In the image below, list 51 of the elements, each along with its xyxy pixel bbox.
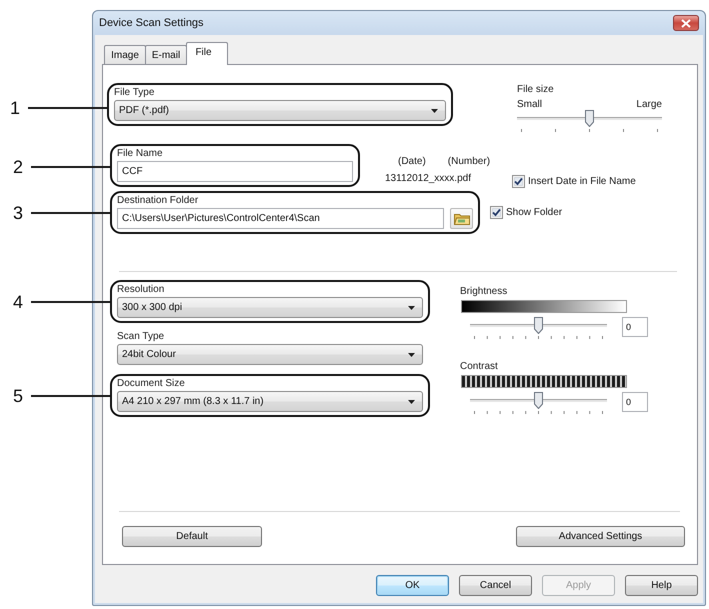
field-label: File Type (114, 87, 156, 98)
checkbox-label: Show Folder (506, 206, 562, 220)
brightness-value-field[interactable]: 0 (622, 317, 648, 337)
document-size-dropdown[interactable]: A4 210 x 297 mm (8.3 x 11.7 in) (117, 391, 423, 412)
field-label: Scan Type (117, 331, 166, 342)
resolution-dropdown[interactable]: 300 x 300 dpi (117, 297, 423, 318)
slider-thumb[interactable] (534, 392, 543, 409)
window-title: Device Scan Settings (99, 16, 204, 31)
field-label: File size (517, 84, 555, 95)
button[interactable]: Help (625, 575, 698, 596)
tab[interactable]: Image (104, 45, 146, 64)
callout-number: 4 (13, 292, 24, 312)
callout-number: 3 (13, 202, 24, 222)
caret-icon (408, 352, 415, 356)
button[interactable]: Cancel (459, 575, 532, 596)
checkbox[interactable] (490, 206, 503, 219)
field-label: File Name (117, 148, 164, 159)
slider-thumb[interactable] (534, 317, 543, 334)
tab[interactable]: File (186, 42, 228, 65)
checkbox-label: Insert Date in File Name (528, 175, 636, 189)
slider-thumb[interactable] (585, 110, 594, 127)
close-button[interactable] (673, 15, 699, 31)
close-icon (681, 18, 691, 28)
field-label: Brightness (460, 286, 508, 297)
folder-path-field[interactable]: C:\Users\User\Pictures\ControlCenter4\Scan (117, 208, 444, 229)
field-label: Contrast (460, 361, 499, 372)
scale-max-label: Large (636, 99, 662, 110)
file-name-field[interactable]: CCF (117, 161, 353, 182)
file-name-example: 13112012_xxxx.pdf (385, 173, 471, 184)
button[interactable]: Default (122, 526, 262, 547)
caret-icon (431, 108, 438, 112)
folder-icon (454, 212, 470, 225)
caret-icon (408, 306, 415, 310)
callout-number: 2 (13, 156, 24, 176)
scale-min-label: Small (517, 99, 542, 110)
button[interactable]: OK (376, 575, 449, 596)
number-label: (Number) (448, 156, 490, 167)
button[interactable]: Advanced Settings (516, 526, 685, 547)
caret-icon (408, 400, 415, 404)
contrast-value-field[interactable]: 0 (622, 392, 648, 412)
field-label: Document Size (117, 378, 186, 389)
field-label: Destination Folder (117, 195, 200, 206)
scan-type-dropdown[interactable]: 24bit Colour (117, 344, 423, 365)
field-label: Resolution (117, 284, 166, 295)
browse-button[interactable] (450, 208, 473, 229)
date-label: (Date) (398, 156, 426, 167)
checkbox[interactable] (512, 175, 525, 188)
callout-number: 5 (13, 386, 24, 406)
tab[interactable]: E-mail (145, 45, 187, 64)
file-type-dropdown[interactable]: PDF (*.pdf) (114, 100, 446, 121)
callout-number: 1 (10, 98, 20, 118)
